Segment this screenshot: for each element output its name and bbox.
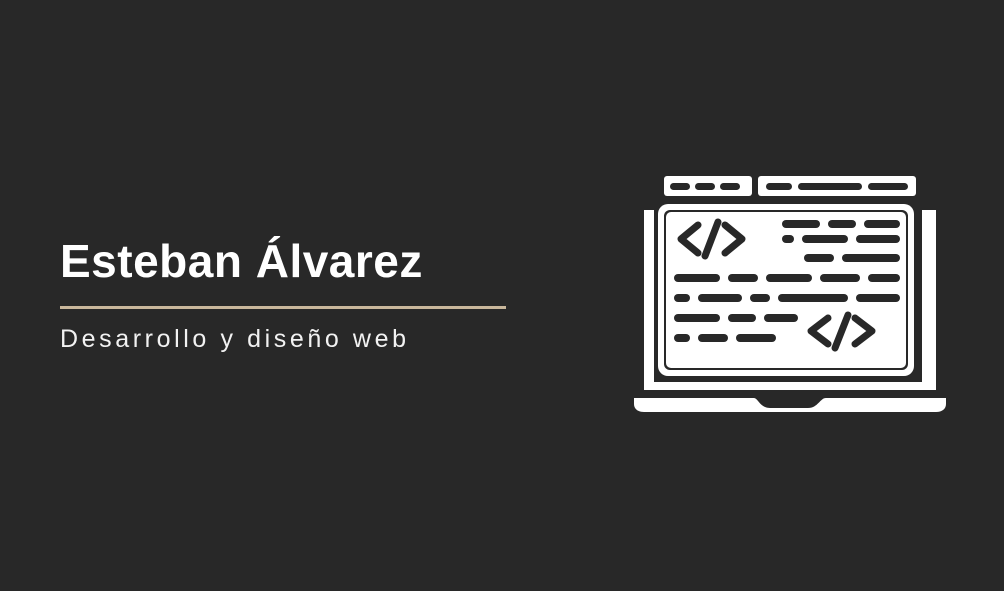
tagline: Desarrollo y diseño web [60, 325, 410, 353]
identity-block: Esteban Álvarez Desarrollo y diseño web [60, 232, 520, 353]
person-name: Esteban Álvarez [60, 235, 423, 287]
laptop-code-icon [634, 176, 946, 412]
business-card: Esteban Álvarez Desarrollo y diseño web [0, 0, 1004, 591]
divider-line [60, 306, 506, 309]
